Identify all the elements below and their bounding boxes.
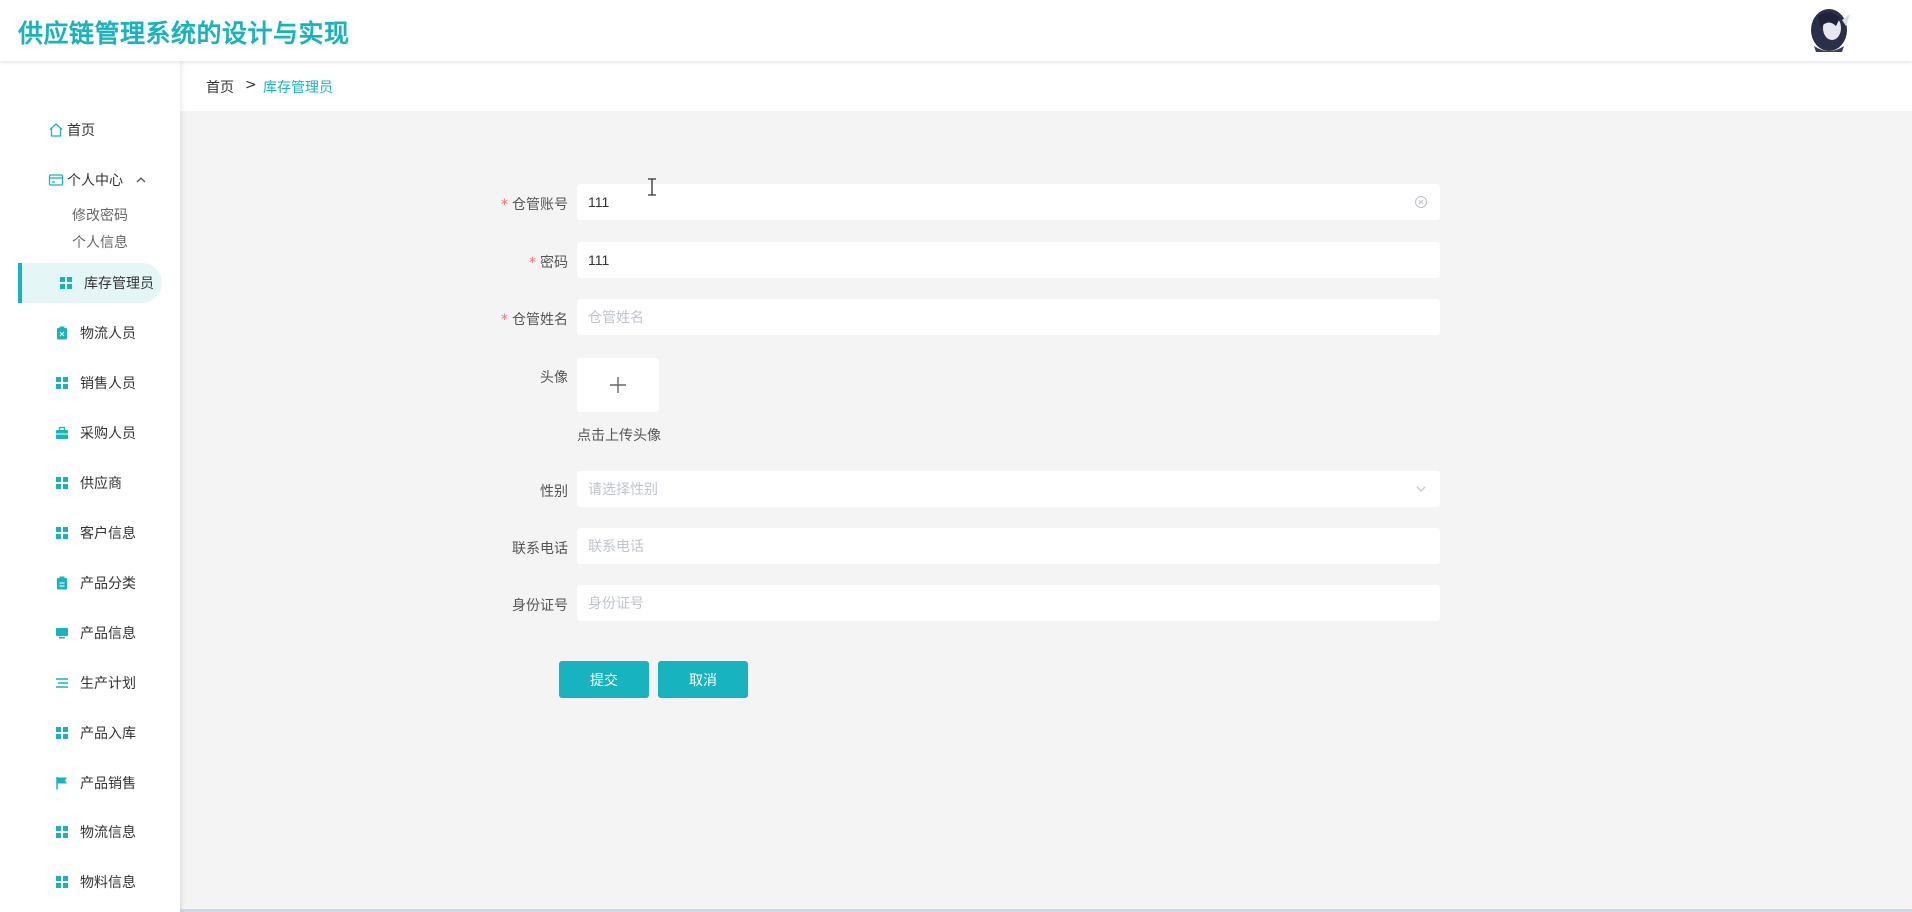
sidebar-item-label: 物流人员 [80, 326, 136, 342]
grid-icon [55, 726, 69, 740]
chevron-down-icon [1414, 482, 1428, 496]
monitor-icon [55, 626, 69, 640]
id-number-label: 身份证号 [512, 598, 568, 614]
sidebar-item-personal-center[interactable]: 个人中心 [48, 170, 147, 190]
required-mark: * [501, 197, 508, 213]
sidebar-item-supplier[interactable]: 供应商 [18, 463, 162, 503]
gender-placeholder: 请选择性别 [588, 481, 658, 497]
sidebar-item-label: 销售人员 [80, 376, 136, 392]
sidebar-item-label: 生产计划 [80, 676, 136, 692]
briefcase-icon [55, 426, 69, 440]
sidebar-item-label: 产品信息 [80, 626, 136, 642]
list-icon [55, 676, 69, 690]
sidebar-item-label: 物料信息 [80, 875, 136, 891]
chevron-up-icon [135, 174, 147, 186]
id-number-placeholder: 身份证号 [588, 595, 644, 611]
password-label-text: 密码 [540, 255, 568, 271]
clipboard-x-icon [55, 326, 69, 340]
name-label: * 仓管姓名 [368, 309, 568, 329]
sidebar-item-sales-staff[interactable]: 销售人员 [18, 363, 162, 403]
password-label: * 密码 [368, 252, 568, 272]
app-title: 供应链管理系统的设计与实现 [18, 19, 350, 48]
required-mark: * [529, 255, 536, 271]
required-mark: * [501, 312, 508, 328]
grid-icon [59, 276, 73, 290]
sidebar-item-product-inbound[interactable]: 产品入库 [18, 713, 162, 753]
grid-icon [55, 526, 69, 540]
text-cursor-icon [648, 178, 656, 196]
sidebar-item-label: 供应商 [80, 476, 122, 492]
phone-label: 联系电话 [512, 541, 568, 557]
sidebar-item-production-plan[interactable]: 生产计划 [18, 663, 162, 703]
account-label-text: 仓管账号 [512, 197, 568, 213]
name-label-text: 仓管姓名 [512, 312, 568, 328]
clear-icon[interactable] [1414, 195, 1428, 209]
cancel-button[interactable]: 取消 [658, 661, 748, 698]
flag-icon [55, 776, 69, 790]
account-field[interactable]: 111 [577, 184, 1440, 220]
sidebar-subitem-personal-info[interactable]: 个人信息 [72, 232, 128, 252]
breadcrumb-current: 库存管理员 [263, 80, 333, 96]
sidebar-item-customer-info[interactable]: 客户信息 [18, 513, 162, 553]
avatar-upload-button[interactable] [577, 358, 659, 412]
sidebar-item-label: 采购人员 [80, 426, 136, 442]
name-placeholder: 仓管姓名 [588, 309, 644, 325]
sidebar-item-label: 物流信息 [80, 825, 136, 841]
sidebar-item-product-info[interactable]: 产品信息 [18, 613, 162, 653]
top-header: 供应链管理系统的设计与实现 [0, 0, 1912, 61]
sidebar-item-label: 产品销售 [80, 776, 136, 792]
sidebar-item-home[interactable]: 首页 [48, 120, 95, 140]
clipboard-icon [55, 576, 69, 590]
breadcrumb-home[interactable]: 首页 [206, 77, 234, 97]
card-icon [48, 172, 64, 188]
avatar-upload-hint: 点击上传头像 [577, 428, 661, 444]
plus-icon [610, 377, 626, 393]
avatar-label: 头像 [540, 370, 568, 386]
user-avatar[interactable] [1806, 6, 1852, 54]
grid-icon [55, 476, 69, 490]
password-field[interactable]: 111 [577, 242, 1440, 278]
home-icon [48, 122, 64, 138]
sidebar-item-label: 客户信息 [80, 526, 136, 542]
sidebar-item-label: 库存管理员 [84, 276, 154, 292]
submit-button[interactable]: 提交 [559, 661, 649, 698]
app-root: 供应链管理系统的设计与实现 首页 个人中心 修改密码 个人信息 库存管理员 物流… [0, 0, 1912, 912]
grid-icon [55, 825, 69, 839]
account-value: 111 [588, 194, 610, 210]
phone-placeholder: 联系电话 [588, 538, 644, 554]
sidebar-item-label: 个人中心 [67, 173, 123, 189]
sidebar-item-logistics-info[interactable]: 物流信息 [18, 812, 162, 852]
sidebar-item-label: 首页 [67, 123, 95, 139]
sidebar-item-inventory-manager[interactable]: 库存管理员 [18, 263, 162, 303]
sidebar-item-purchasing-staff[interactable]: 采购人员 [18, 413, 162, 453]
breadcrumb-separator: > [245, 77, 257, 93]
gender-select[interactable]: 请选择性别 [577, 471, 1440, 507]
name-field[interactable]: 仓管姓名 [577, 299, 1440, 335]
sidebar-item-product-category[interactable]: 产品分类 [18, 563, 162, 603]
account-label: * 仓管账号 [368, 194, 568, 214]
gender-label: 性别 [540, 484, 568, 500]
grid-icon [55, 875, 69, 889]
id-number-field[interactable]: 身份证号 [577, 585, 1440, 621]
sidebar-subitem-change-password[interactable]: 修改密码 [72, 205, 128, 225]
sidebar-item-logistics-staff[interactable]: 物流人员 [18, 313, 162, 353]
sidebar-item-product-sales[interactable]: 产品销售 [18, 763, 162, 803]
phone-field[interactable]: 联系电话 [577, 528, 1440, 564]
grid-icon [55, 376, 69, 390]
sidebar-item-material-info[interactable]: 物料信息 [18, 862, 162, 902]
sidebar-item-label: 产品入库 [80, 726, 136, 742]
password-value: 111 [588, 252, 610, 268]
sidebar-item-label: 产品分类 [80, 576, 136, 592]
sidebar: 首页 个人中心 修改密码 个人信息 库存管理员 物流人员 销售人员 采购人员 供… [0, 61, 180, 912]
breadcrumb: 首页 > 库存管理员 [180, 61, 1912, 111]
